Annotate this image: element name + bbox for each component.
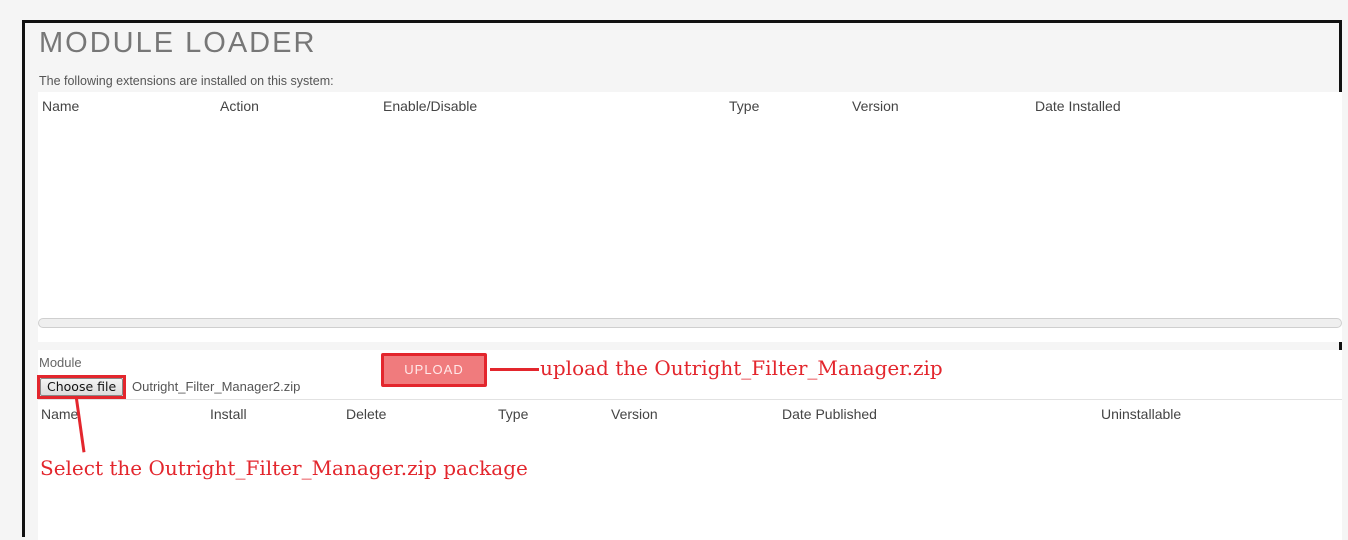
- column-header-action: Action: [220, 98, 259, 114]
- upload-annotation-line: [490, 368, 539, 371]
- package-column-name: Name: [41, 406, 79, 422]
- installed-extensions-table: Name Action Enable/Disable Type Version …: [38, 92, 1342, 342]
- upload-annotation-text: upload the Outright_Filter_Manager.zip: [540, 356, 943, 380]
- column-header-type: Type: [729, 98, 760, 114]
- column-header-enable-disable: Enable/Disable: [383, 98, 478, 114]
- module-label: Module: [39, 355, 82, 370]
- choose-file-highlight: Choose file: [37, 375, 127, 399]
- package-column-version: Version: [611, 406, 658, 422]
- upload-button[interactable]: UPLOAD: [384, 356, 484, 384]
- package-column-uninstallable: Uninstallable: [1101, 406, 1182, 422]
- column-header-date-installed: Date Installed: [1035, 98, 1121, 114]
- horizontal-scrollbar[interactable]: [38, 318, 1342, 328]
- choose-file-button[interactable]: Choose file: [40, 378, 124, 396]
- package-column-delete: Delete: [346, 406, 387, 422]
- installed-extensions-text: The following extensions are installed o…: [39, 74, 334, 88]
- package-table-divider: [38, 399, 1342, 400]
- package-column-date-published: Date Published: [782, 406, 877, 422]
- module-loader-frame: MODULE LOADER The following extensions a…: [22, 20, 1342, 540]
- column-header-name: Name: [42, 98, 80, 114]
- package-column-install: Install: [210, 406, 247, 422]
- package-column-type: Type: [498, 406, 529, 422]
- column-header-version: Version: [852, 98, 899, 114]
- selected-file-name: Outright_Filter_Manager2.zip: [132, 379, 301, 394]
- page-title: MODULE LOADER: [39, 27, 317, 59]
- upload-highlight: UPLOAD: [381, 353, 487, 387]
- select-annotation-text: Select the Outright_Filter_Manager.zip p…: [40, 456, 528, 480]
